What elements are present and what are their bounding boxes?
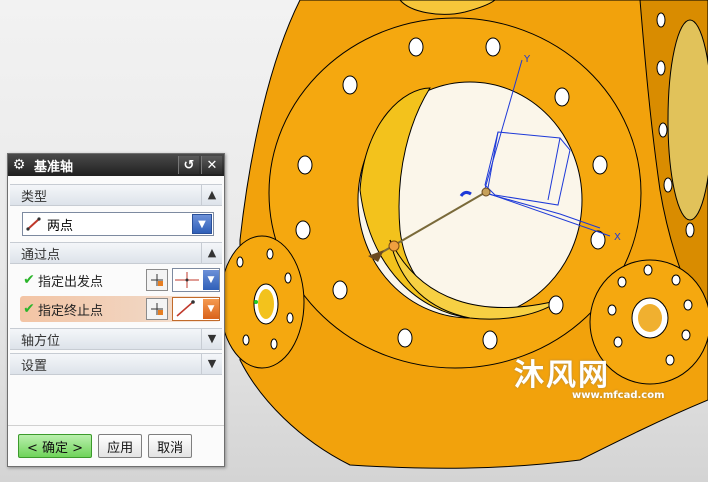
two-points-line-icon: [23, 215, 45, 233]
chevron-down-icon[interactable]: ▼: [201, 329, 222, 349]
start-point-row[interactable]: ✔ 指定出发点 ▼: [20, 267, 220, 293]
close-icon[interactable]: ✕: [201, 156, 222, 174]
dialog-titlebar[interactable]: ⚙ 基准轴 ↺ ✕: [8, 154, 224, 176]
section-axis-orientation-label: 轴方位: [21, 333, 61, 349]
section-through-points-label: 通过点: [21, 247, 61, 263]
chevron-up-icon[interactable]: ▲: [201, 243, 222, 263]
check-icon: ✔: [23, 272, 35, 288]
section-type-label: 类型: [21, 189, 48, 205]
chevron-down-icon[interactable]: ▼: [203, 270, 219, 290]
ok-button[interactable]: < 确定 >: [18, 434, 93, 458]
watermark-logo: 沐风网 www.mfcad.com: [514, 350, 665, 401]
axis-x-label: X: [614, 232, 621, 243]
section-settings-label: 设置: [21, 358, 48, 374]
datum-axis-dialog: ⚙ 基准轴 ↺ ✕ 类型 ▲ 两点 ▼ 通过点 ▲ ✔ 指定出发点 ▼ ✔ 指定: [7, 153, 225, 467]
chevron-down-icon[interactable]: ▼: [192, 214, 212, 234]
end-point-selector[interactable]: ▼: [172, 297, 220, 321]
check-icon: ✔: [23, 301, 35, 317]
end-point-row[interactable]: ✔ 指定终止点 ▼: [20, 296, 220, 322]
line-point-icon: [173, 299, 203, 319]
dialog-footer: < 确定 > 应用 取消: [8, 425, 224, 466]
crosshair-icon: [173, 270, 203, 290]
section-through-points[interactable]: 通过点 ▲: [10, 242, 222, 264]
watermark-text: 沐风网: [514, 358, 610, 393]
reset-icon[interactable]: ↺: [178, 156, 199, 174]
type-dropdown-value: 两点: [47, 218, 74, 234]
start-point-selector[interactable]: ▼: [172, 268, 220, 292]
cancel-button[interactable]: 取消: [148, 434, 193, 458]
end-point-label: 指定终止点: [38, 303, 104, 319]
chevron-up-icon[interactable]: ▲: [201, 185, 222, 205]
section-axis-orientation[interactable]: 轴方位 ▼: [10, 328, 222, 350]
start-point-label: 指定出发点: [38, 274, 104, 290]
axis-y-label: Y: [523, 54, 531, 65]
point-dialog-icon[interactable]: [146, 269, 168, 291]
chevron-down-icon[interactable]: ▼: [201, 354, 222, 374]
point-dialog-icon[interactable]: [146, 298, 168, 320]
section-type[interactable]: 类型 ▲: [10, 184, 222, 206]
gear-icon[interactable]: ⚙: [8, 157, 30, 173]
apply-button[interactable]: 应用: [98, 434, 143, 458]
dialog-title: 基准轴: [34, 159, 74, 175]
section-settings[interactable]: 设置 ▼: [10, 353, 222, 375]
type-dropdown[interactable]: 两点 ▼: [22, 212, 214, 236]
chevron-down-icon[interactable]: ▼: [203, 299, 219, 319]
